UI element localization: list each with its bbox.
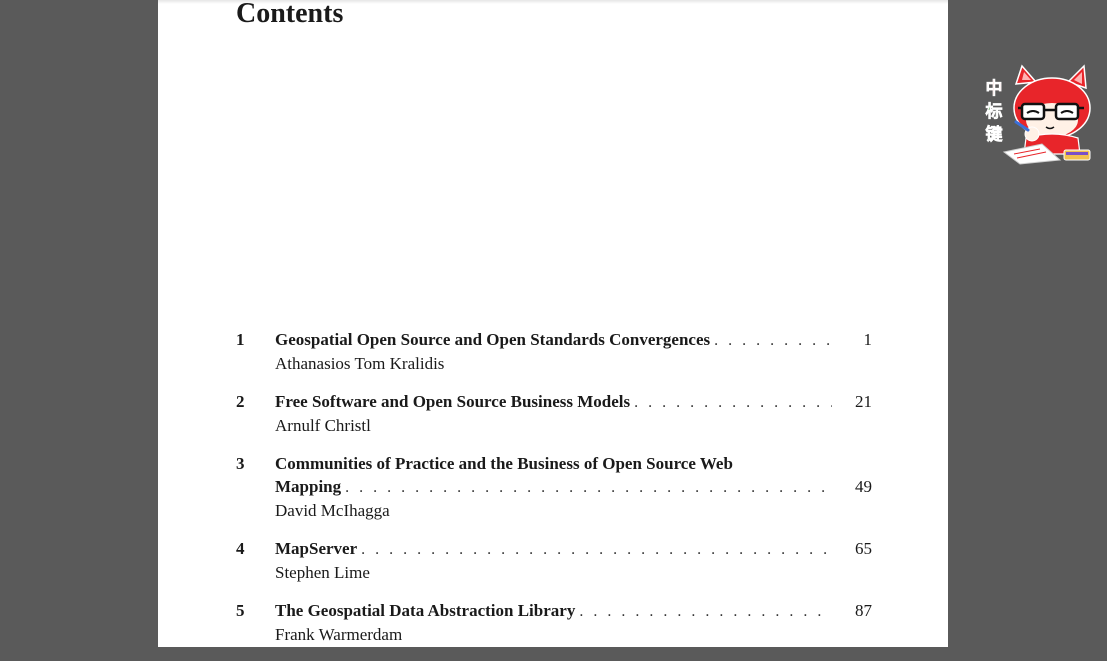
chapter-author: Arnulf Christl — [275, 416, 371, 435]
chapter-author: David McIhagga — [275, 501, 390, 520]
chapter-title: Geospatial Open Source and Open Standard… — [275, 330, 711, 349]
page-number: 1 — [863, 330, 873, 349]
mascot-char-2: 标 — [986, 101, 1003, 122]
chapter-number: 2 — [236, 392, 245, 411]
page-number: 49 — [855, 477, 872, 496]
mascot-widget[interactable]: 中 标 键 — [982, 64, 1094, 166]
chapter-title-first-line: Communities of Practice and the Business… — [275, 454, 733, 473]
leader-dots — [634, 391, 832, 414]
chapter-title: The Geospatial Data Abstraction Library — [275, 601, 576, 620]
chapter-title: MapServer — [275, 539, 358, 558]
chapter-title: Mapping — [275, 477, 342, 496]
toc-entry-2[interactable]: 2 Free Software and Open Source Business… — [236, 390, 872, 437]
contents-heading: Contents — [236, 0, 344, 29]
chapter-number: 3 — [236, 454, 245, 473]
toc-entry-3[interactable]: 3 Communities of Practice and the Busine… — [236, 452, 872, 522]
chapter-number: 5 — [236, 601, 245, 620]
chapter-author: Frank Warmerdam — [275, 625, 403, 644]
table-of-contents: 1 Geospatial Open Source and Open Standa… — [236, 328, 872, 661]
leader-dots — [579, 600, 832, 623]
toc-entry-4[interactable]: 4 MapServer 65 Stephen Lime — [236, 537, 872, 584]
mascot-char-1: 中 — [986, 78, 1003, 99]
chapter-title: Free Software and Open Source Business M… — [275, 392, 631, 411]
chapter-title-line: Mapping 49 — [275, 475, 872, 499]
chapter-title-line: Free Software and Open Source Business M… — [275, 390, 872, 414]
chapter-title-line: MapServer 65 — [275, 537, 872, 561]
fox-mascot-icon: 中 标 键 — [985, 64, 1091, 165]
leader-dots — [345, 476, 832, 499]
document-page: Contents 1 Geospatial Open Source and Op… — [158, 0, 948, 647]
toc-entry-5[interactable]: 5 The Geospatial Data Abstraction Librar… — [236, 599, 872, 646]
chapter-author: Stephen Lime — [275, 563, 370, 582]
chapter-author: Athanasios Tom Kralidis — [275, 354, 445, 373]
leader-dots — [714, 329, 832, 352]
chapter-title-line: The Geospatial Data Abstraction Library … — [275, 599, 872, 623]
page-number: 87 — [855, 601, 872, 620]
leader-dots — [361, 538, 832, 561]
chapter-number: 4 — [236, 539, 245, 558]
chapter-title-line: Geospatial Open Source and Open Standard… — [275, 328, 872, 352]
mascot-char-3: 键 — [986, 124, 1003, 145]
page-number: 65 — [855, 539, 872, 558]
toc-entry-1[interactable]: 1 Geospatial Open Source and Open Standa… — [236, 328, 872, 375]
page-number: 21 — [855, 392, 872, 411]
chapter-number: 1 — [236, 330, 245, 349]
